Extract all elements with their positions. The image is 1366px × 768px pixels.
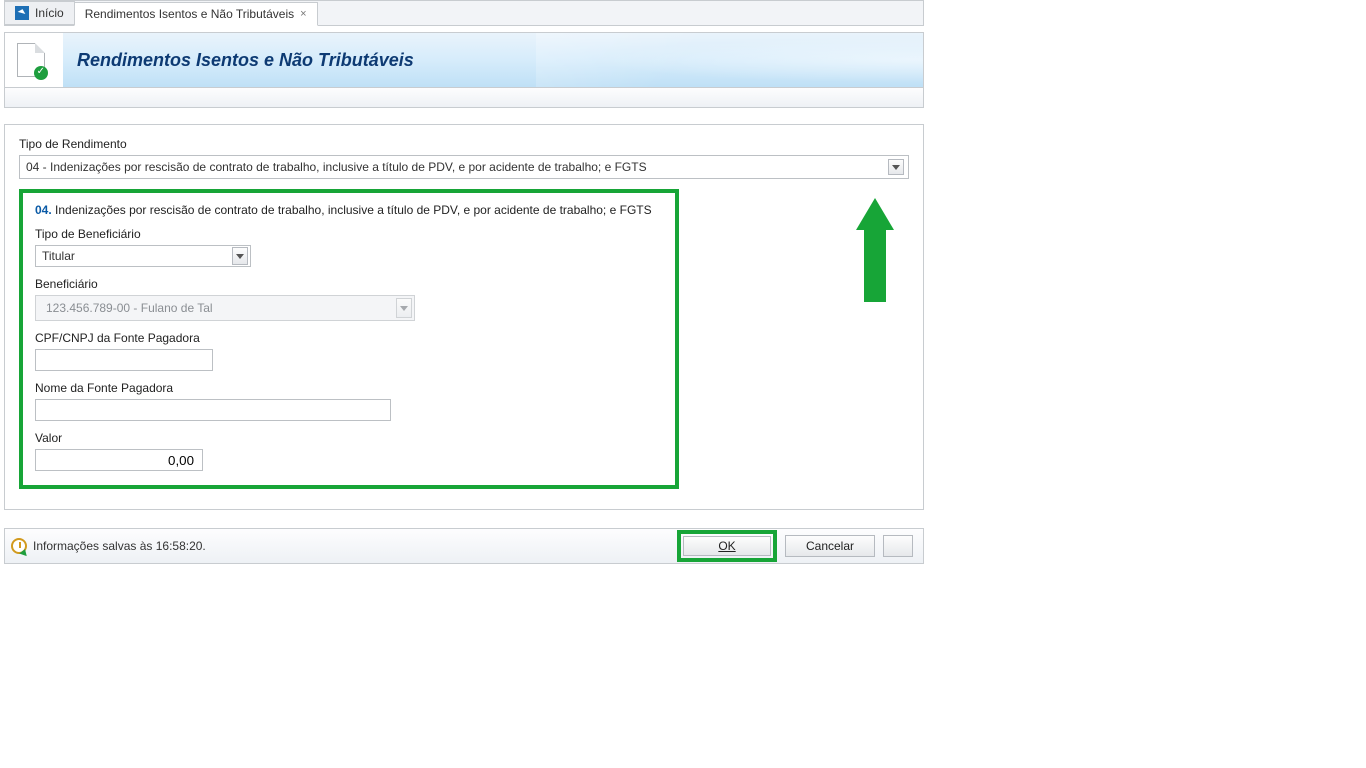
- cancel-button-label: Cancelar: [806, 539, 854, 553]
- close-icon[interactable]: ×: [300, 8, 306, 20]
- ok-button-label: OK: [718, 539, 735, 553]
- tipo-beneficiario-label: Tipo de Beneficiário: [35, 227, 663, 241]
- tabs-bar: Início Rendimentos Isentos e Não Tributá…: [4, 0, 924, 26]
- tipo-beneficiario-select[interactable]: Titular: [35, 245, 251, 267]
- tab-rendimentos-label: Rendimentos Isentos e Não Tributáveis: [85, 7, 294, 21]
- beneficiario-value: 123.456.789-00 - Fulano de Tal: [46, 301, 213, 315]
- valor-input[interactable]: [35, 449, 203, 471]
- cpf-cnpj-input[interactable]: [35, 349, 213, 371]
- tipo-beneficiario-value: Titular: [42, 249, 75, 263]
- footer-bar: Informações salvas às 16:58:20. OK Cance…: [4, 528, 924, 564]
- chevron-down-icon[interactable]: [888, 159, 904, 175]
- nome-fonte-input[interactable]: [35, 399, 391, 421]
- section-number: 04.: [35, 203, 52, 217]
- beneficiario-label: Beneficiário: [35, 277, 663, 291]
- tab-inicio-label: Início: [35, 6, 64, 20]
- page-title: Rendimentos Isentos e Não Tributáveis: [77, 50, 414, 71]
- tipo-rendimento-value: 04 - Indenizações por rescisão de contra…: [26, 160, 647, 174]
- chevron-down-icon[interactable]: [232, 247, 248, 265]
- cancel-button[interactable]: Cancelar: [785, 535, 875, 557]
- chevron-down-icon: [396, 298, 412, 318]
- nome-fonte-label: Nome da Fonte Pagadora: [35, 381, 663, 395]
- ok-highlight: OK: [677, 530, 777, 562]
- section-description: Indenizações por rescisão de contrato de…: [55, 203, 652, 217]
- page-header: ✓ Rendimentos Isentos e Não Tributáveis: [4, 32, 924, 88]
- cpf-cnpj-label: CPF/CNPJ da Fonte Pagadora: [35, 331, 663, 345]
- ok-button[interactable]: OK: [683, 536, 771, 556]
- tab-rendimentos[interactable]: Rendimentos Isentos e Não Tributáveis ×: [74, 2, 318, 26]
- highlight-box: 04. Indenizações por rescisão de contrat…: [19, 189, 679, 489]
- toolbar-strip: [4, 88, 924, 108]
- more-button[interactable]: [883, 535, 913, 557]
- app-logo-icon: [15, 6, 29, 20]
- tipo-rendimento-select[interactable]: 04 - Indenizações por rescisão de contra…: [19, 155, 909, 179]
- valor-label: Valor: [35, 431, 663, 445]
- page-header-title: Rendimentos Isentos e Não Tributáveis: [63, 33, 923, 87]
- status-text: Informações salvas às 16:58:20.: [33, 539, 206, 553]
- tipo-rendimento-label: Tipo de Rendimento: [19, 137, 909, 151]
- clock-saved-icon: [11, 538, 27, 554]
- tab-inicio[interactable]: Início: [4, 1, 75, 25]
- document-ok-icon: ✓: [17, 43, 45, 77]
- beneficiario-select: 123.456.789-00 - Fulano de Tal: [35, 295, 415, 321]
- form-panel: Tipo de Rendimento 04 - Indenizações por…: [4, 124, 924, 510]
- page-header-icon: ✓: [5, 33, 57, 87]
